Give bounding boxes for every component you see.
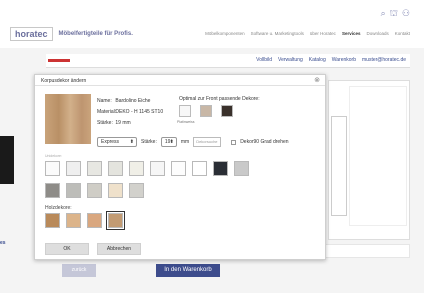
name-value: Bardolino Eiche	[115, 98, 151, 104]
logo[interactable]: horatec Möbelfertigteile für Profis.	[10, 27, 133, 41]
decor-swatch[interactable]	[192, 161, 207, 176]
nav-item-kontakt[interactable]: Kontakt	[395, 31, 410, 36]
decor-swatch[interactable]	[66, 161, 81, 176]
wood-decors-label: Holzdekore:	[45, 205, 72, 211]
uni-decors-row-1	[45, 161, 249, 176]
rotate-checkbox[interactable]	[231, 139, 237, 145]
nav-item-software[interactable]: Software u. Marketingtools	[251, 31, 304, 36]
back-button[interactable]: zurück	[62, 264, 96, 277]
nav-item-ueber[interactable]: über Horatec	[310, 31, 336, 36]
decor-info: Name: Bardolino Eiche Material: DEKO - H…	[97, 96, 163, 129]
brand-flag-icon	[48, 59, 70, 62]
toolbar-links: Vollbild Verwaltung Katalog Warenkorb mu…	[256, 57, 406, 63]
decor-swatch[interactable]	[45, 183, 60, 198]
site-header: ⌕ ⛫ ⚇ horatec Möbelfertigteile für Profi…	[0, 0, 424, 48]
matching-swatch[interactable]	[179, 105, 191, 117]
left-text: es	[0, 240, 6, 246]
material-label: Material:	[97, 109, 117, 115]
toolbar-admin[interactable]: Verwaltung	[278, 57, 303, 63]
matching-decors	[179, 105, 233, 117]
toolbar-catalog[interactable]: Katalog	[309, 57, 326, 63]
search-icon[interactable]: ⌕	[381, 8, 386, 18]
background-preview-panel	[328, 80, 410, 240]
wood-swatch-selected[interactable]	[106, 211, 125, 230]
nav-item-services[interactable]: Services	[342, 31, 361, 36]
tagline: Möbelfertigteile für Profis.	[58, 31, 133, 37]
decor-swatch[interactable]	[66, 183, 81, 198]
decor-search-input[interactable]: Dekorsuche	[193, 137, 222, 147]
matching-swatch[interactable]	[221, 105, 233, 117]
nav-item-downloads[interactable]: Downloads	[366, 31, 388, 36]
add-to-cart-button[interactable]: In den Warenkorb	[156, 264, 220, 277]
decor-swatch[interactable]	[129, 183, 144, 198]
strength-label: Stärke:	[97, 120, 113, 126]
rotate-label: Dekor90 Grad drehen	[240, 139, 289, 145]
background-frame-2	[349, 86, 407, 226]
toolbar: Vollbild Verwaltung Katalog Warenkorb mu…	[46, 54, 410, 68]
material-value: DEKO - H 1145 ST10	[115, 109, 164, 115]
toolbar-cart[interactable]: Warenkorb	[332, 57, 356, 63]
delivery-select[interactable]: Express	[97, 137, 137, 147]
wood-swatch[interactable]	[66, 213, 81, 228]
wood-swatch[interactable]	[45, 213, 60, 228]
decor-preview-image	[45, 94, 91, 144]
matching-decors-label: Optimal zur Front passende Dekore:	[179, 96, 260, 102]
left-dark-panel	[0, 136, 14, 184]
main-nav: Möbelkomponenten Software u. Marketingto…	[205, 31, 410, 36]
wood-swatch[interactable]	[87, 213, 102, 228]
wood-decors-row	[45, 211, 125, 230]
decor-swatch[interactable]	[150, 161, 165, 176]
uni-decors-row-2	[45, 183, 144, 198]
user-icon[interactable]: ⚇	[402, 8, 410, 18]
cancel-button[interactable]: Abbrechen	[97, 243, 141, 255]
uni-decors-label: Unidekore:	[45, 154, 62, 158]
matching-caption: Platinweiss	[177, 120, 195, 124]
close-icon[interactable]: ⊗	[314, 76, 320, 84]
decor-swatch[interactable]	[87, 161, 102, 176]
decor-swatch[interactable]	[108, 183, 123, 198]
decor-swatch[interactable]	[129, 161, 144, 176]
strength-select[interactable]: 19	[160, 137, 177, 147]
top-icons: ⌕ ⛫ ⚇	[381, 8, 410, 18]
dialog-title: Korpusdekor ändern	[41, 78, 87, 84]
decor-swatch[interactable]	[213, 161, 228, 176]
toolbar-fullscreen[interactable]: Vollbild	[256, 57, 272, 63]
logo-text[interactable]: horatec	[10, 27, 53, 41]
name-label: Name:	[97, 98, 112, 104]
decor-dialog: Korpusdekor ändern ⊗ Name: Bardolino Eic…	[34, 74, 326, 260]
decor-swatch[interactable]	[171, 161, 186, 176]
divider	[35, 85, 325, 86]
background-frame	[331, 116, 347, 216]
decor-swatch[interactable]	[234, 161, 249, 176]
decor-swatch[interactable]	[45, 161, 60, 176]
decor-controls: Express Stärke: 19 mm Dekorsuche Dekor90…	[97, 137, 289, 147]
decor-swatch[interactable]	[87, 183, 102, 198]
strength-unit: mm	[180, 139, 190, 145]
decor-swatch[interactable]	[108, 161, 123, 176]
strength-value: 19 mm	[115, 120, 131, 126]
nav-item-moebelkomponenten[interactable]: Möbelkomponenten	[205, 31, 245, 36]
matching-swatch[interactable]	[200, 105, 212, 117]
toolbar-user[interactable]: muster@horatec.de	[362, 57, 406, 63]
strength-control-label: Stärke:	[141, 139, 157, 145]
ok-button[interactable]: OK	[45, 243, 89, 255]
cart-icon[interactable]: ⛫	[390, 8, 398, 18]
